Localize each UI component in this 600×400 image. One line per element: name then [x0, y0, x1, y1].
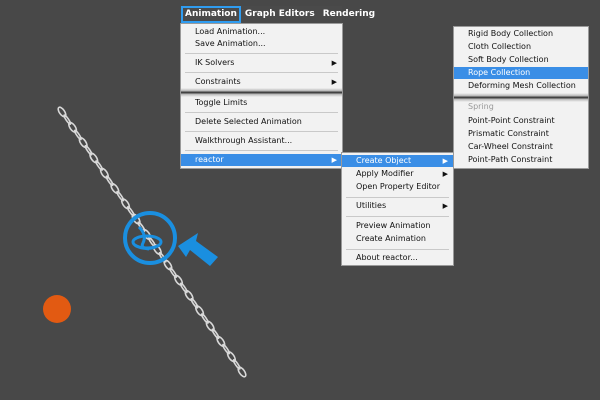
chain-link: [179, 282, 188, 294]
menubar-item-graph-editors[interactable]: Graph Editors: [241, 7, 319, 22]
viewport[interactable]: Animation Graph Editors Rendering Load A…: [0, 0, 600, 400]
menu-item-walkthrough-assistant[interactable]: Walkthrough Assistant...: [181, 135, 342, 147]
menu-item-cloth-collection[interactable]: Cloth Collection: [454, 41, 588, 53]
callout-arrow-icon: [178, 233, 218, 266]
menu-item-label: Utilities: [356, 201, 387, 210]
chain-link: [237, 366, 247, 378]
triangle-right-icon: ▶: [331, 156, 337, 164]
chain-link: [190, 297, 199, 309]
menu-separator: [346, 197, 449, 198]
menubar-item-rendering[interactable]: Rendering: [319, 7, 379, 22]
menu-separator: [346, 216, 449, 217]
menu-item-constraints[interactable]: Constraints ▶: [181, 76, 342, 88]
menu-separator: [185, 150, 338, 151]
animation-menu: Load Animation... Save Animation... IK S…: [180, 23, 343, 169]
triangle-right-icon: ▶: [331, 78, 337, 86]
menu-item-label: Constraints: [195, 77, 241, 86]
triangle-right-icon: ▶: [331, 59, 337, 67]
menu-item-rigid-body-collection[interactable]: Rigid Body Collection: [454, 28, 588, 40]
menu-item-label: reactor: [195, 155, 224, 164]
menu-item-utilities[interactable]: Utilities ▶: [342, 200, 453, 212]
chain-link: [169, 267, 178, 278]
menu-item-create-animation[interactable]: Create Animation: [342, 233, 453, 245]
chain-link: [211, 328, 220, 340]
menu-item-point-point-constraint[interactable]: Point-Point Constraint: [454, 115, 588, 127]
chain-link: [200, 313, 209, 324]
menu-item-soft-body-collection[interactable]: Soft Body Collection: [454, 54, 588, 66]
menu-item-ik-solvers[interactable]: IK Solvers ▶: [181, 57, 342, 69]
chain-link: [222, 343, 231, 355]
menu-item-rope-collection[interactable]: Rope Collection: [454, 67, 588, 79]
menu-item-delete-selected-animation[interactable]: Delete Selected Animation: [181, 116, 342, 128]
menu-item-prismatic-constraint[interactable]: Prismatic Constraint: [454, 128, 588, 140]
menu-item-car-wheel-constraint[interactable]: Car-Wheel Constraint: [454, 141, 588, 153]
menu-item-load-animation[interactable]: Load Animation...: [181, 26, 342, 38]
menu-item-create-object[interactable]: Create Object ▶: [342, 155, 453, 167]
menubar: Animation Graph Editors Rendering: [180, 6, 375, 23]
menu-separator: [185, 131, 338, 132]
menu-item-label: Apply Modifier: [356, 169, 414, 178]
menubar-item-animation[interactable]: Animation: [181, 6, 241, 23]
triangle-right-icon: ▶: [442, 202, 448, 210]
chain-link: [232, 359, 241, 370]
menu-item-spring[interactable]: Spring: [454, 101, 588, 113]
menu-separator: [346, 249, 449, 250]
menu-item-deforming-mesh-collection[interactable]: Deforming Mesh Collection: [454, 80, 588, 92]
menu-item-apply-modifier[interactable]: Apply Modifier ▶: [342, 168, 453, 180]
create-object-menu: Rigid Body Collection Cloth Collection S…: [453, 26, 589, 169]
menu-item-point-path-constraint[interactable]: Point-Path Constraint: [454, 154, 588, 166]
menu-separator: [185, 53, 338, 54]
menu-separator: [185, 112, 338, 113]
menu-item-open-property-editor[interactable]: Open Property Editor: [342, 181, 453, 193]
triangle-right-icon: ▶: [442, 157, 448, 165]
menu-item-toggle-limits[interactable]: Toggle Limits: [181, 97, 342, 109]
menu-item-about-reactor[interactable]: About reactor...: [342, 252, 453, 264]
menu-item-label: Create Object: [356, 156, 412, 165]
menu-separator: [185, 72, 338, 73]
menu-cut-edge: [181, 88, 342, 97]
menu-item-save-animation[interactable]: Save Animation...: [181, 38, 342, 50]
menu-item-label: IK Solvers: [195, 58, 235, 67]
menu-item-reactor[interactable]: reactor ▶: [181, 154, 342, 166]
reactor-menu: Create Object ▶ Apply Modifier ▶ Open Pr…: [341, 152, 454, 266]
menu-item-preview-animation[interactable]: Preview Animation: [342, 220, 453, 232]
orange-dot: [43, 295, 71, 323]
triangle-right-icon: ▶: [442, 170, 448, 178]
